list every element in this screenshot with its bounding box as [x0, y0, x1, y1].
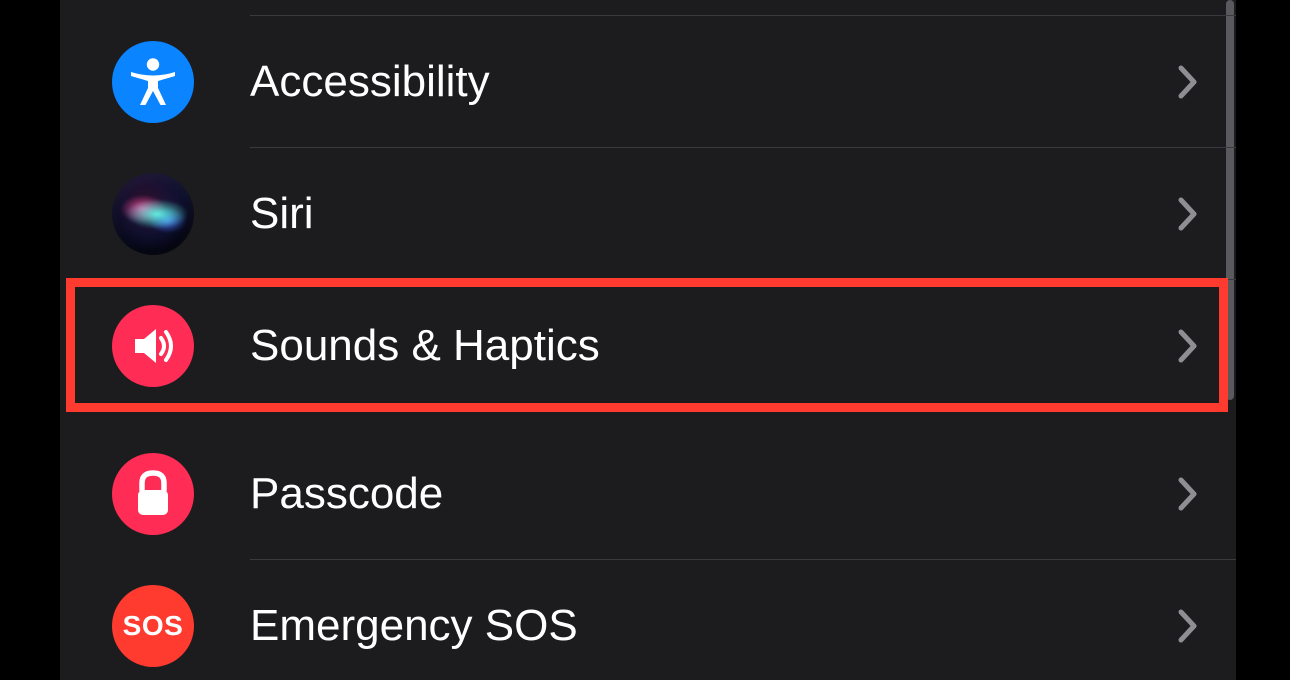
lock-icon — [112, 453, 194, 535]
speaker-icon — [112, 305, 194, 387]
chevron-right-icon — [1176, 326, 1200, 366]
settings-item-label: Accessibility — [250, 57, 1176, 107]
settings-item-siri[interactable]: Siri — [60, 148, 1236, 280]
settings-item-label: Passcode — [250, 469, 1176, 519]
settings-item-sounds-haptics[interactable]: Sounds & Haptics — [60, 280, 1236, 412]
chevron-right-icon — [1176, 62, 1200, 102]
settings-panel: Accessibility Siri Sounds & Haptics — [60, 0, 1236, 680]
chevron-right-icon — [1176, 474, 1200, 514]
chevron-right-icon — [1176, 606, 1200, 646]
settings-item-label: Emergency SOS — [250, 601, 1176, 651]
settings-item-accessibility[interactable]: Accessibility — [60, 16, 1236, 148]
accessibility-icon — [112, 41, 194, 123]
siri-icon — [112, 173, 194, 255]
settings-item-label: Sounds & Haptics — [250, 321, 1176, 371]
settings-item-passcode[interactable]: Passcode — [60, 428, 1236, 560]
settings-item-label: Siri — [250, 189, 1176, 239]
sos-badge-text: SOS — [123, 610, 184, 642]
settings-row-partial — [60, 0, 1236, 16]
chevron-right-icon — [1176, 194, 1200, 234]
settings-item-emergency-sos[interactable]: SOS Emergency SOS — [60, 560, 1236, 680]
sos-icon: SOS — [112, 585, 194, 667]
